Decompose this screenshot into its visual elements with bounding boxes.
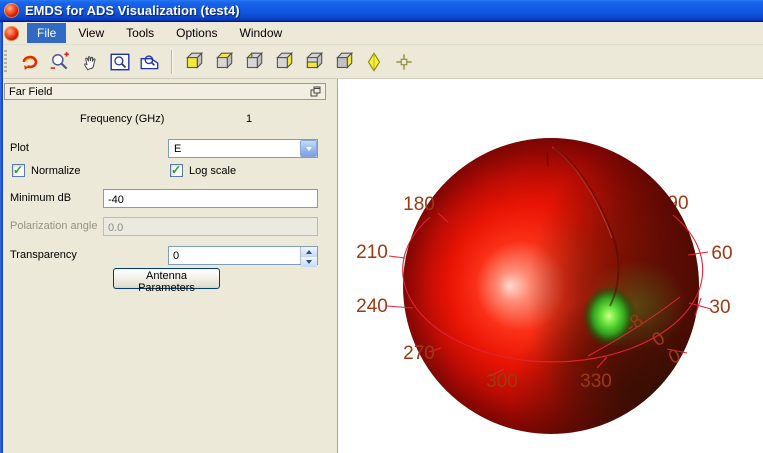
crosshair-icon (396, 53, 412, 70)
zoom-window-button[interactable] (106, 49, 134, 75)
normalize-checkbox[interactable] (12, 163, 25, 177)
menu-bar: File View Tools Options Window (0, 22, 763, 45)
menu-tools[interactable]: Tools (116, 23, 164, 43)
crosshair-button[interactable] (390, 49, 418, 75)
view-isometric-button[interactable] (360, 49, 388, 75)
view-cube-right-icon (276, 51, 294, 69)
menu-window[interactable]: Window (230, 23, 293, 43)
angle-label-300: 300 (486, 371, 518, 392)
title-bar[interactable]: EMDS for ADS Visualization (test4) (0, 0, 763, 22)
minimum-db-input[interactable] (103, 189, 318, 208)
angle-label-210: 210 (356, 242, 388, 263)
window-title: EMDS for ADS Visualization (test4) (25, 3, 240, 18)
spin-up-icon[interactable] (301, 247, 317, 257)
rotate-icon (22, 55, 38, 70)
view-cube-top-button[interactable] (210, 49, 238, 75)
isometric-diamond-icon (367, 51, 381, 72)
polarization-angle-input (103, 217, 318, 236)
panel-title: Far Field (9, 85, 53, 98)
radiation-pattern-plot: 90 180210240270300 330003060-8 (356, 138, 733, 434)
angle-label-60: 60 (711, 243, 732, 264)
toolbar (0, 45, 763, 79)
pan-hand-icon (84, 55, 96, 70)
far-field-panel: Far Field Frequency (GHz) 1 Plot E Norma… (3, 79, 337, 453)
float-panel-icon (310, 86, 321, 97)
plot-select[interactable]: E (168, 139, 318, 158)
plot-label: Plot (10, 142, 29, 154)
view-cube-front-button[interactable] (180, 49, 208, 75)
view-cube-front-icon (186, 51, 204, 69)
app-window: EMDS for ADS Visualization (test4) File V… (0, 0, 763, 453)
transparency-input[interactable] (169, 247, 297, 264)
angle-label-180: 180 (403, 194, 435, 215)
transparency-label: Transparency (10, 249, 77, 261)
menu-options[interactable]: Options (166, 23, 227, 43)
view-cube-bottom-icon (306, 51, 324, 69)
plot-select-value: E (174, 142, 182, 155)
panel-header[interactable]: Far Field (4, 83, 326, 100)
view-cube-back-icon (336, 51, 354, 69)
app-icon-small (4, 25, 19, 41)
log-scale-checkbox[interactable] (170, 163, 183, 177)
angle-label-330: 330 (580, 371, 612, 392)
angle-label-240: 240 (356, 296, 388, 317)
transparency-spin-buttons (300, 247, 317, 267)
zoom-in-out-icon (50, 51, 69, 69)
view-cube-left-icon (246, 51, 264, 69)
toolbar-separator (171, 49, 173, 74)
zoom-selection-icon (140, 54, 159, 69)
toolbar-grip[interactable] (4, 49, 7, 74)
menu-items: File View Tools Options Window (27, 23, 294, 43)
antenna-parameters-button[interactable]: Antenna Parameters (113, 268, 220, 294)
view-cube-bottom-button[interactable] (300, 49, 328, 75)
frequency-label: Frequency (GHz) (80, 113, 165, 125)
rotate-button[interactable] (16, 49, 44, 75)
angle-label-30: 30 (709, 297, 730, 318)
normalize-label: Normalize (31, 165, 81, 177)
menu-view[interactable]: View (68, 23, 114, 43)
plot-canvas[interactable]: 90 180 210 240 270 300 330 0 0 30 60 -8 (337, 79, 763, 453)
app-icon (4, 3, 19, 18)
view-cube-top-icon (216, 51, 234, 69)
float-panel-button[interactable] (310, 86, 322, 98)
zoom-selection-button[interactable] (136, 49, 164, 75)
minimum-db-label: Minimum dB (10, 192, 72, 204)
view-cube-back-button[interactable] (330, 49, 358, 75)
frequency-value: 1 (246, 113, 253, 125)
view-cube-right-button[interactable] (270, 49, 298, 75)
transparency-stepper[interactable] (168, 246, 318, 267)
polarization-angle-label: Polarization angle (10, 220, 98, 232)
pan-button[interactable] (76, 49, 104, 75)
zoom-in-out-button[interactable] (46, 49, 74, 75)
spin-down-icon[interactable] (301, 257, 317, 267)
chevron-down-icon[interactable] (300, 140, 317, 157)
angle-label-270: 270 (403, 343, 435, 364)
view-cube-left-button[interactable] (240, 49, 268, 75)
log-scale-label: Log scale (189, 165, 237, 177)
zoom-window-icon (110, 53, 130, 70)
menu-file[interactable]: File (27, 23, 67, 43)
